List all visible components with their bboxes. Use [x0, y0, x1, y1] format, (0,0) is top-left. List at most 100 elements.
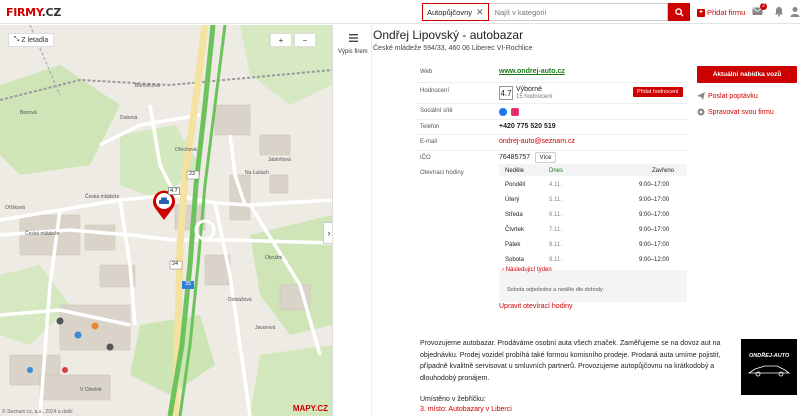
- aerial-view-label: Z letadla: [21, 36, 49, 44]
- street-label: Ořechová: [175, 147, 197, 153]
- hours-date: 6.11.: [549, 212, 562, 218]
- ico-label: IČO: [420, 155, 431, 161]
- facebook-icon[interactable]: [499, 108, 507, 116]
- arrow-left-icon: ⤡: [13, 36, 20, 43]
- opening-hours-table: Neděle Dnes Zavřeno Pondělí 4.11. 9:00–1…: [499, 164, 687, 302]
- hours-date: 9.11.: [549, 257, 562, 263]
- hours-label: Otevírací hodiny: [420, 170, 464, 176]
- search-bar: Autopůjčovny ✕: [422, 3, 690, 21]
- send-inquiry-label: Poslat poptávku: [708, 92, 758, 100]
- notification-badge: 2: [759, 3, 767, 10]
- rating-label: Hodnocení: [420, 88, 450, 94]
- road-label-24: 24: [172, 261, 179, 267]
- gear-icon: [697, 108, 705, 116]
- list-tab-label: Výpis firem: [338, 49, 368, 55]
- next-week-link[interactable]: › Následující týden: [502, 267, 552, 273]
- hours-time: 9:00–17:00: [639, 182, 670, 188]
- street-label: Oříšková: [5, 205, 26, 211]
- zoom-out-button[interactable]: −: [294, 33, 316, 47]
- plus-icon: +: [697, 8, 705, 17]
- hours-time: 9:00–17:00: [639, 197, 670, 203]
- street-label: Česká mládeže: [85, 194, 120, 200]
- aerial-view-button[interactable]: ⤡ Z letadla: [8, 33, 54, 47]
- hours-day: Čtvrtek: [505, 227, 525, 233]
- hours-date: 5.11.: [549, 197, 562, 203]
- divider: [416, 150, 688, 151]
- ico-value: 76485757: [499, 154, 531, 161]
- hours-time: 9:00–17:00: [639, 242, 670, 248]
- divider: [416, 119, 688, 120]
- phone-value[interactable]: +420 775 520 519: [499, 123, 556, 130]
- street-label: Borovicová: [135, 83, 160, 89]
- list-tab[interactable]: Výpis firem: [332, 25, 372, 416]
- rating-text: Výborné: [516, 86, 543, 93]
- map-copyright: © Seznam.cz, a.s., 2024 a další: [2, 409, 73, 415]
- list-icon: [349, 34, 358, 42]
- category-chip-label: Autopůjčovny: [427, 7, 473, 17]
- street-label: Bezová: [20, 110, 37, 116]
- user-icon[interactable]: [790, 6, 800, 19]
- category-chip[interactable]: Autopůjčovny ✕: [422, 3, 489, 21]
- inquiry-icon: [697, 92, 705, 100]
- saturday-note: Sobota odpoledne a neděle dle dohody: [507, 287, 603, 293]
- messages-icon[interactable]: 2: [752, 3, 767, 18]
- divider: [416, 134, 688, 135]
- web-link[interactable]: www.ondrej-auto.cz: [499, 68, 565, 75]
- send-inquiry-link[interactable]: Poslat poptávku: [697, 92, 758, 100]
- rating-score[interactable]: 4.7: [499, 86, 513, 100]
- hours-day: Středa: [505, 212, 523, 218]
- divider: [416, 103, 688, 104]
- social-label: Sociální sítě: [420, 108, 453, 114]
- hours-date: 7.11.: [549, 227, 562, 233]
- search-icon: [674, 7, 684, 17]
- hours-row: Středa 6.11. 9:00–17:00: [499, 209, 687, 222]
- hours-date: 4.11.: [549, 182, 562, 188]
- email-link[interactable]: ondrej-auto@seznam.cz: [499, 138, 575, 145]
- firmy-logo[interactable]: FIRMY.CZ: [6, 6, 61, 19]
- hours-row: Čtvrtek 7.11. 9:00–17:00: [499, 224, 687, 237]
- more-button[interactable]: Více: [535, 152, 556, 163]
- close-icon[interactable]: ✕: [476, 7, 484, 18]
- street-label: V Cihelně: [80, 387, 102, 393]
- road-label-23: 23: [189, 171, 196, 177]
- manage-firm-label: Spravovat svou firmu: [708, 108, 774, 116]
- bell-icon[interactable]: [774, 6, 784, 19]
- map-view[interactable]: 23 24 35 Česká mládeže České mládeže Na …: [0, 25, 332, 416]
- street-label: Jabloňová: [268, 157, 291, 163]
- add-rating-button[interactable]: Přidat hodnocení: [633, 87, 683, 97]
- mapy-logo[interactable]: MAPY.CZ: [293, 404, 328, 413]
- hours-time: 9:00–12:00: [639, 257, 670, 263]
- hours-head-today: Dnes: [549, 168, 564, 174]
- zoom-in-button[interactable]: +: [270, 33, 292, 47]
- marker-rating: 4.7: [168, 187, 180, 195]
- hours-date: 8.11.: [549, 242, 562, 248]
- edit-hours-link[interactable]: Upravit otevírací hodiny: [499, 303, 573, 310]
- ranking-link[interactable]: 3. místo: Autobazary v Liberci: [420, 406, 512, 413]
- top-header: FIRMY.CZ Autopůjčovny ✕ + Přidat firmu 2: [0, 0, 800, 24]
- hours-day: Pátek: [505, 242, 521, 248]
- street-label: Javorová: [255, 325, 276, 331]
- street-label: Dobiášova: [228, 297, 252, 303]
- add-firm-label: Přidat firmu: [707, 8, 746, 17]
- instagram-icon[interactable]: [511, 108, 519, 116]
- company-logo: ONDŘEJ-AUTO: [741, 339, 797, 395]
- hours-row: Sobota 9.11. 9:00–12:00: [499, 254, 687, 267]
- company-address: České mládeže 594/33, 460 06 Liberec VI-…: [373, 45, 533, 52]
- search-input[interactable]: [488, 3, 668, 21]
- web-label: Web: [420, 69, 433, 75]
- hours-row: Pondělí 4.11. 9:00–17:00: [499, 179, 687, 192]
- current-offer-button[interactable]: Aktuální nabídka vozů: [697, 66, 797, 83]
- ranking-label: Umístěno v žebříčku:: [420, 396, 486, 403]
- road-label-35: 35: [185, 281, 192, 287]
- manage-firm-link[interactable]: Spravovat svou firmu: [697, 108, 774, 116]
- rating-count[interactable]: 15 hodnocení: [516, 94, 552, 100]
- hours-day: Sobota: [505, 257, 525, 263]
- hours-row: Úterý 5.11. 9:00–17:00: [499, 194, 687, 207]
- company-name: Ondřej Lipovský - autobazar: [373, 28, 524, 42]
- email-label: E-mail: [420, 139, 438, 145]
- add-firm-link[interactable]: + Přidat firmu: [697, 8, 745, 17]
- phone-label: Telefon: [420, 124, 440, 130]
- street-label: Okružní: [265, 255, 283, 261]
- street-label: České mládeže: [25, 231, 60, 237]
- search-button[interactable]: [668, 3, 690, 21]
